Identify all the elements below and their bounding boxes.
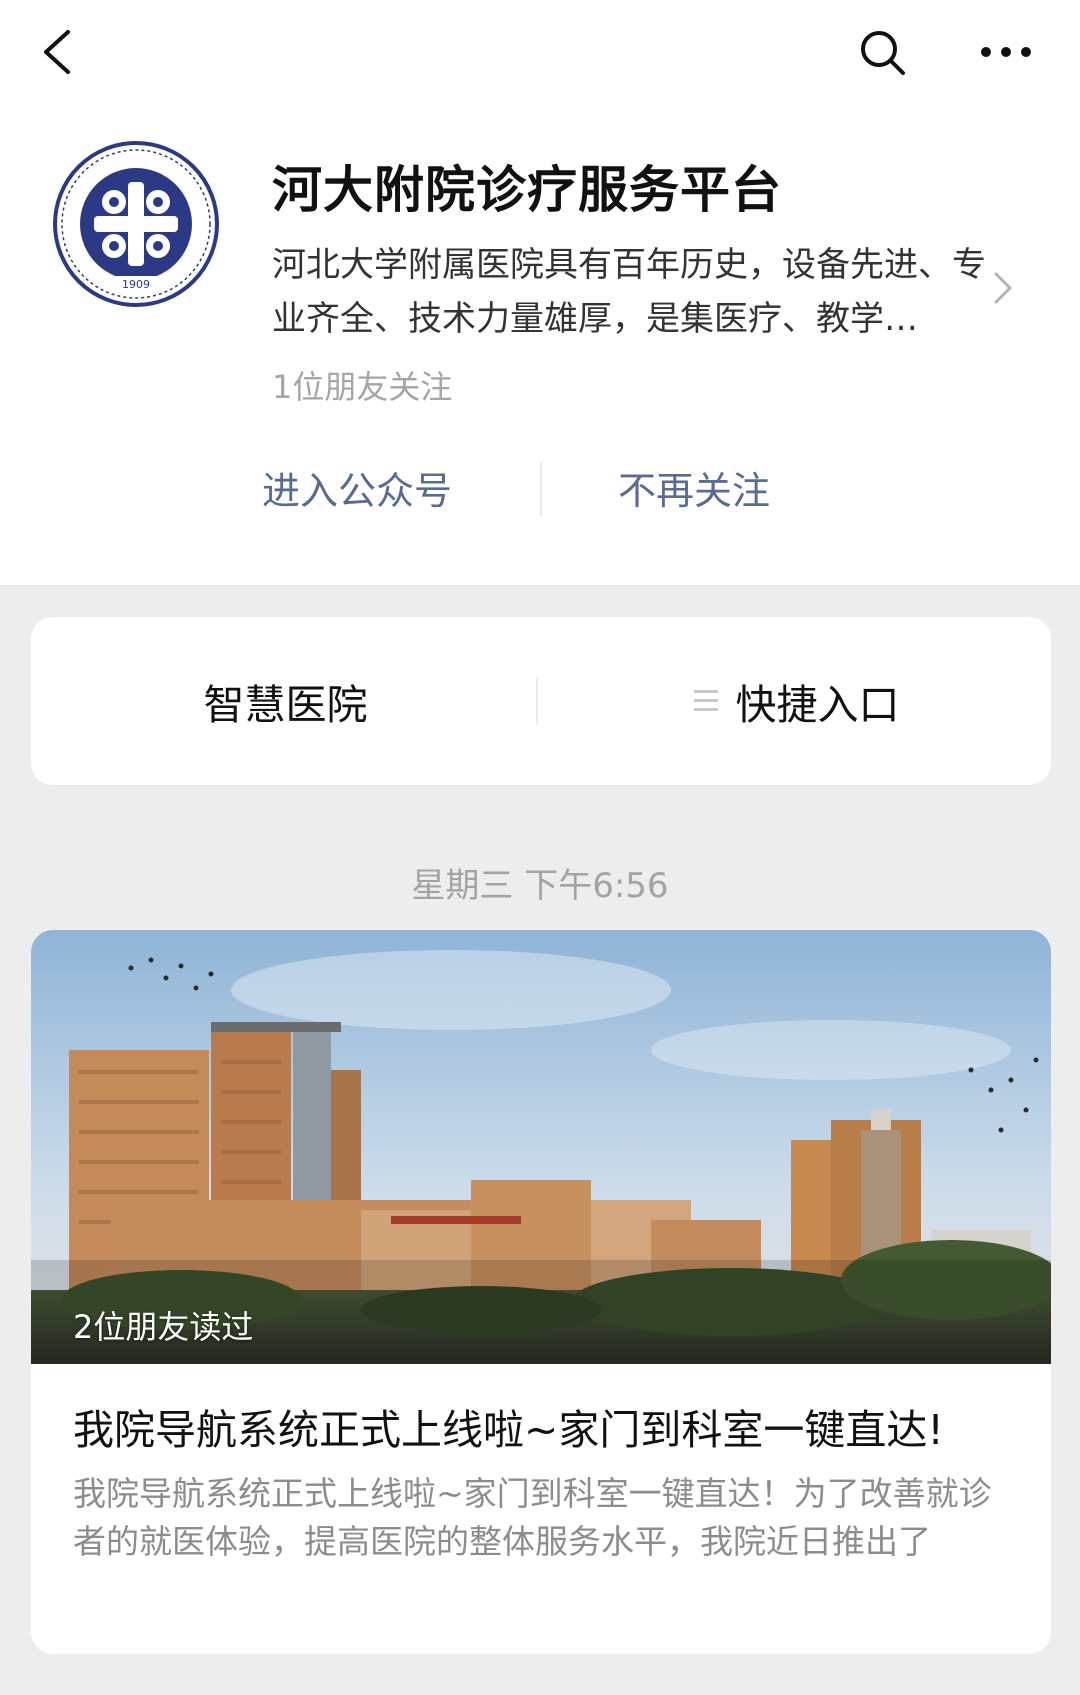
article-title: 我院导航系统正式上线啦~家门到科室一键直达! [73, 1406, 944, 1454]
article-cover-image: 2位朋友读过 [31, 930, 1051, 1364]
search-button[interactable] [858, 28, 908, 78]
hospital-logo: 1909 [52, 140, 220, 308]
divider [536, 677, 538, 725]
account-description[interactable]: 河北大学附属医院具有百年历史，设备先进、专业齐全、技术力量雄厚，是集医疗、教学… [272, 238, 992, 346]
account-header: 1909 河大附院诊疗服务平台 河北大学附属医院具有百年历史，设备先进、专业齐全… [0, 0, 1080, 585]
article-digest: 我院导航系统正式上线啦~家门到科室一键直达！为了改善就诊者的就医体验，提高医院的… [73, 1474, 992, 1561]
search-icon [861, 31, 905, 75]
more-dots-icon [981, 47, 1031, 57]
menu-item-smart-hospital[interactable]: 智慧医院 [31, 617, 540, 785]
menu-item-quick-entry[interactable]: 快捷入口 [542, 617, 1051, 785]
friends-read-count: 2位朋友读过 [73, 1308, 254, 1346]
menu-item-label: 智慧医院 [203, 681, 368, 729]
menu-item-label: 快捷入口 [735, 681, 900, 729]
enter-account-button[interactable]: 进入公众号 [262, 460, 452, 515]
account-menu: 智慧医院 快捷入口 [31, 617, 1051, 785]
message-timestamp: 星期三 下午6:56 [411, 866, 669, 906]
divider [540, 462, 542, 516]
unfollow-button[interactable]: 不再关注 [618, 460, 770, 515]
account-actions: 进入公众号 不再关注 [0, 460, 1080, 520]
more-button[interactable] [980, 40, 1032, 64]
chevron-right-icon[interactable] [992, 270, 1014, 306]
list-icon [693, 690, 718, 711]
svg-text:1909: 1909 [122, 278, 150, 291]
back-button[interactable] [38, 28, 78, 76]
article-card[interactable]: 2位朋友读过 我院导航系统正式上线啦~家门到科室一键直达! 我院导航系统正式上线… [31, 930, 1051, 1654]
account-name: 河大附院诊疗服务平台 [272, 161, 782, 219]
chevron-left-icon [44, 30, 70, 74]
friends-following-count: 1位朋友关注 [272, 368, 453, 406]
